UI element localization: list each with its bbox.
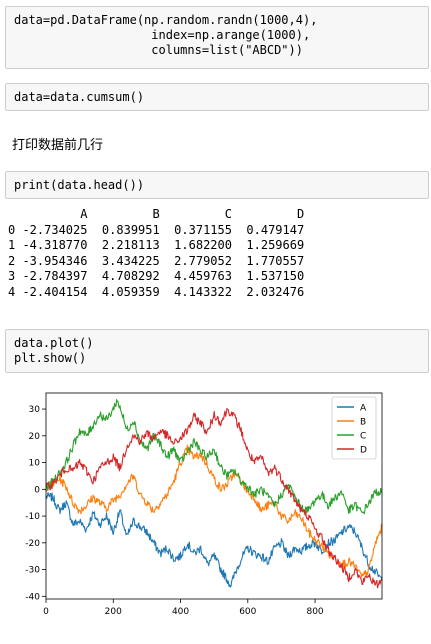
dataframe-row: 0 -2.734025 0.839951 0.371155 0.479147 <box>8 222 305 237</box>
legend-label-B: B <box>360 418 366 428</box>
dataframe-output: A B C D 0 -2.734025 0.839951 0.371155 0.… <box>8 207 304 301</box>
line-plot: 0 200 400 600 800 -40 -30 -20 -10 0 10 20 30 A B C D <box>8 388 398 640</box>
series-line-B <box>45 444 383 578</box>
y-tick-label: 20 <box>29 432 41 442</box>
dataframe-row: 1 -4.318770 2.218113 1.682200 1.259669 <box>8 238 305 253</box>
x-tick-label: 200 <box>105 607 122 617</box>
code-cell-2[interactable]: data=data.cumsum() <box>5 83 429 111</box>
x-tick-label: 600 <box>239 607 256 617</box>
code-cell-1-source: data=pd.DataFrame(np.random.randn(1000,4… <box>14 13 318 57</box>
y-tick-label: -40 <box>25 592 40 602</box>
code-cell-3[interactable]: print(data.head()) <box>5 171 429 199</box>
dataframe-row: 2 -3.954346 3.434225 2.779052 1.770557 <box>8 253 305 268</box>
x-tick-label: 800 <box>306 607 323 617</box>
x-tick-label: 0 <box>43 607 49 617</box>
code-cell-2-source: data=data.cumsum() <box>14 90 145 104</box>
dataframe-row: 4 -2.404154 4.059359 4.143322 2.032476 <box>8 284 305 299</box>
y-tick-label: -10 <box>25 512 40 522</box>
code-cell-3-source: print(data.head()) <box>14 178 145 192</box>
markdown-text: 打印数据前几行 <box>12 138 104 153</box>
code-cell-4[interactable]: data.plot() plt.show() <box>5 329 429 373</box>
line-plot-svg: 0 200 400 600 800 -40 -30 -20 -10 0 10 20 30 ABCD <box>25 392 383 617</box>
legend-label-C: C <box>360 432 366 442</box>
series-line-A <box>45 492 383 588</box>
x-tick-label: 400 <box>172 607 189 617</box>
dataframe-header: A B C D <box>8 207 305 221</box>
code-cell-1[interactable]: data=pd.DataFrame(np.random.randn(1000,4… <box>5 6 429 69</box>
legend-label-A: A <box>360 404 367 414</box>
y-tick-label: -20 <box>25 539 40 549</box>
dataframe-row: 3 -2.784397 4.708292 4.459763 1.537150 <box>8 269 305 284</box>
y-tick-label: 0 <box>34 485 40 495</box>
y-tick-label: 30 <box>29 405 41 415</box>
legend-label-D: D <box>360 446 367 456</box>
y-tick-label: -30 <box>25 566 40 576</box>
code-cell-4-source: data.plot() plt.show() <box>14 336 94 365</box>
y-tick-label: 10 <box>29 459 41 469</box>
